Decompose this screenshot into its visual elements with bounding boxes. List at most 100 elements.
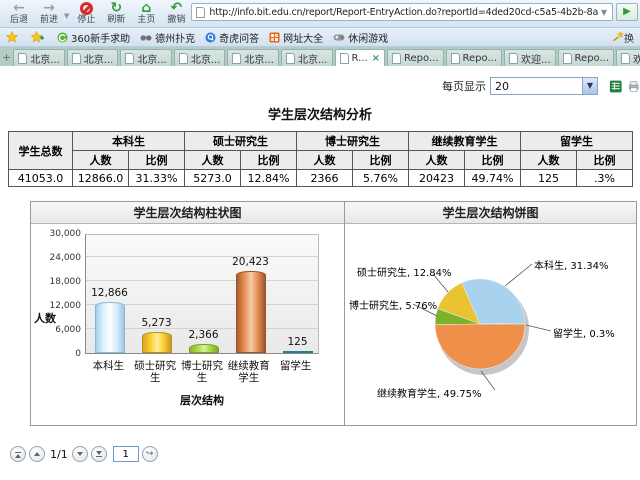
tab-report-3[interactable]: Repo... bbox=[558, 49, 614, 66]
back-button[interactable]: ← 后退 bbox=[4, 1, 34, 25]
subcol-count: 人数 bbox=[297, 151, 353, 170]
last-page-button[interactable] bbox=[91, 446, 107, 462]
tab-beijing-5[interactable]: 北京... bbox=[227, 49, 279, 66]
tab-label: 北京... bbox=[30, 51, 60, 66]
stop-button[interactable]: 停止 bbox=[71, 1, 101, 25]
tab-welcome-1[interactable]: 欢迎... bbox=[504, 49, 556, 66]
subcol-ratio: 比例 bbox=[241, 151, 297, 170]
bookmark-casual-games[interactable]: 休闲游戏 bbox=[333, 30, 388, 45]
go-page-button[interactable]: ↪ bbox=[142, 446, 158, 462]
url-dropdown-icon[interactable]: ▼ bbox=[598, 8, 610, 17]
triangle-up-icon bbox=[34, 452, 40, 456]
forward-label: 前进 bbox=[40, 15, 58, 25]
triangle-down-icon bbox=[96, 451, 102, 455]
bookmark-qihoo-qa[interactable]: 奇虎问答 bbox=[205, 30, 259, 45]
refresh-button[interactable]: ↻ 刷新 bbox=[101, 1, 131, 25]
pie-chart-panel: 学生层次结构饼图 本科生, 31.34% 硕士研究生, 12.84% 博士研究生… bbox=[345, 201, 637, 426]
tab-label: R... bbox=[352, 53, 368, 64]
first-page-button[interactable] bbox=[10, 446, 26, 462]
address-bar[interactable]: http://info.bit.edu.cn/report/Report-Ent… bbox=[191, 3, 613, 21]
pie-chart-area: 本科生, 31.34% 硕士研究生, 12.84% 博士研究生, 5.76% 留… bbox=[345, 224, 636, 425]
bookmark-poker[interactable]: 德州扑克 bbox=[140, 30, 195, 45]
new-tab-button[interactable]: + bbox=[2, 51, 11, 66]
cell-value: 31.33% bbox=[129, 170, 185, 187]
category-label: 博士研究生 bbox=[179, 360, 226, 384]
home-label: 主页 bbox=[137, 15, 155, 25]
home-button[interactable]: ⌂ 主页 bbox=[131, 1, 161, 25]
per-page-select[interactable]: 20 ▼ bbox=[490, 77, 598, 95]
bookmark-site-directory[interactable]: 网址大全 bbox=[269, 30, 323, 45]
tab-welcome-2[interactable]: 欢迎... bbox=[616, 49, 640, 66]
favorites-button[interactable] bbox=[6, 31, 21, 43]
report-page: 每页显示 20 ▼ 学生层次结构分析 学生总数 本科生 硕士研究生 博士研究生 … bbox=[0, 66, 640, 480]
bar-undergraduate[interactable] bbox=[95, 302, 125, 353]
tab-label: 北京... bbox=[244, 51, 274, 66]
bar-plot-area: 12,866 5,273 2,366 20,423 125 bbox=[85, 234, 319, 354]
x-axis-label: 层次结构 bbox=[85, 392, 319, 408]
binoculars-icon bbox=[140, 32, 152, 42]
bar-international[interactable] bbox=[283, 351, 313, 353]
tab-page-icon bbox=[286, 53, 295, 64]
stop-label: 停止 bbox=[77, 15, 95, 25]
cell-value: 5273.0 bbox=[185, 170, 241, 187]
tab-page-icon bbox=[451, 53, 460, 64]
stop-icon bbox=[80, 2, 93, 15]
tab-page-icon bbox=[509, 53, 518, 64]
cell-total: 41053.0 bbox=[9, 170, 73, 187]
tab-report-active[interactable]: R... × bbox=[335, 49, 386, 66]
bookmark-label: 德州扑克 bbox=[155, 30, 195, 45]
summary-table: 学生总数 本科生 硕士研究生 博士研究生 继续教育学生 留学生 人数 比例 人数… bbox=[8, 131, 633, 187]
tab-report-2[interactable]: Repo... bbox=[446, 49, 502, 66]
skin-label: 换 bbox=[624, 30, 634, 45]
change-skin-button[interactable]: 换 bbox=[612, 30, 634, 45]
bookmark-360-help[interactable]: 360新手求助 bbox=[57, 30, 130, 45]
triangle-up-icon bbox=[15, 454, 21, 458]
history-dropdown-icon[interactable]: ▼ bbox=[64, 12, 69, 20]
page-number-input[interactable] bbox=[113, 446, 139, 462]
tab-beijing-6[interactable]: 北京... bbox=[281, 49, 333, 66]
first-page-icon bbox=[15, 452, 21, 453]
bar-continuing-ed[interactable] bbox=[236, 271, 266, 353]
bar-master[interactable] bbox=[142, 332, 172, 353]
triangle-down-icon bbox=[77, 452, 83, 456]
tab-beijing-4[interactable]: 北京... bbox=[174, 49, 226, 66]
undo-button[interactable]: ↶ 撤销 bbox=[161, 1, 191, 25]
close-tab-icon[interactable]: × bbox=[372, 53, 380, 64]
print-icon[interactable] bbox=[627, 79, 640, 94]
tab-label: 欢迎... bbox=[633, 51, 640, 66]
subcol-ratio: 比例 bbox=[353, 151, 409, 170]
bar-chart-title: 学生层次结构柱状图 bbox=[31, 202, 344, 224]
col-undergraduate: 本科生 bbox=[73, 132, 185, 151]
per-page-row: 每页显示 20 ▼ bbox=[0, 66, 640, 96]
excel-export-icon[interactable] bbox=[609, 79, 623, 94]
prev-page-button[interactable] bbox=[29, 446, 45, 462]
go-button[interactable]: ▶ bbox=[616, 3, 638, 21]
tab-report-1[interactable]: Repo... bbox=[387, 49, 443, 66]
refresh-icon: ↻ bbox=[111, 1, 123, 15]
back-icon: ← bbox=[13, 1, 25, 15]
tab-label: Repo... bbox=[404, 53, 438, 64]
forward-button[interactable]: → 前进 bbox=[34, 1, 64, 25]
tab-beijing-1[interactable]: 北京... bbox=[13, 49, 65, 66]
tab-beijing-3[interactable]: 北京... bbox=[120, 49, 172, 66]
next-page-button[interactable] bbox=[72, 446, 88, 462]
subcol-ratio: 比例 bbox=[577, 151, 633, 170]
y-tick: 6,000 bbox=[37, 325, 81, 335]
tab-beijing-2[interactable]: 北京... bbox=[67, 49, 119, 66]
tab-page-icon bbox=[125, 53, 134, 64]
grid-icon bbox=[269, 32, 280, 43]
undo-icon: ↶ bbox=[171, 1, 183, 15]
tab-page-icon bbox=[563, 53, 572, 64]
tab-label: 北京... bbox=[298, 51, 328, 66]
360-icon bbox=[57, 32, 68, 43]
add-favorite-button[interactable] bbox=[31, 31, 47, 43]
table-row: 41053.0 12866.0 31.33% 5273.0 12.84% 236… bbox=[9, 170, 633, 187]
tab-page-icon bbox=[72, 53, 81, 64]
url-text[interactable]: http://info.bit.edu.cn/report/Report-Ent… bbox=[209, 7, 597, 18]
pagination: 1/1 ↪ bbox=[10, 446, 640, 462]
tab-page-icon bbox=[18, 53, 27, 64]
bar-value-label: 20,423 bbox=[227, 256, 274, 268]
cell-value: 20423 bbox=[409, 170, 465, 187]
bookmark-label: 奇虎问答 bbox=[219, 30, 259, 45]
bar-doctoral[interactable] bbox=[189, 344, 219, 353]
